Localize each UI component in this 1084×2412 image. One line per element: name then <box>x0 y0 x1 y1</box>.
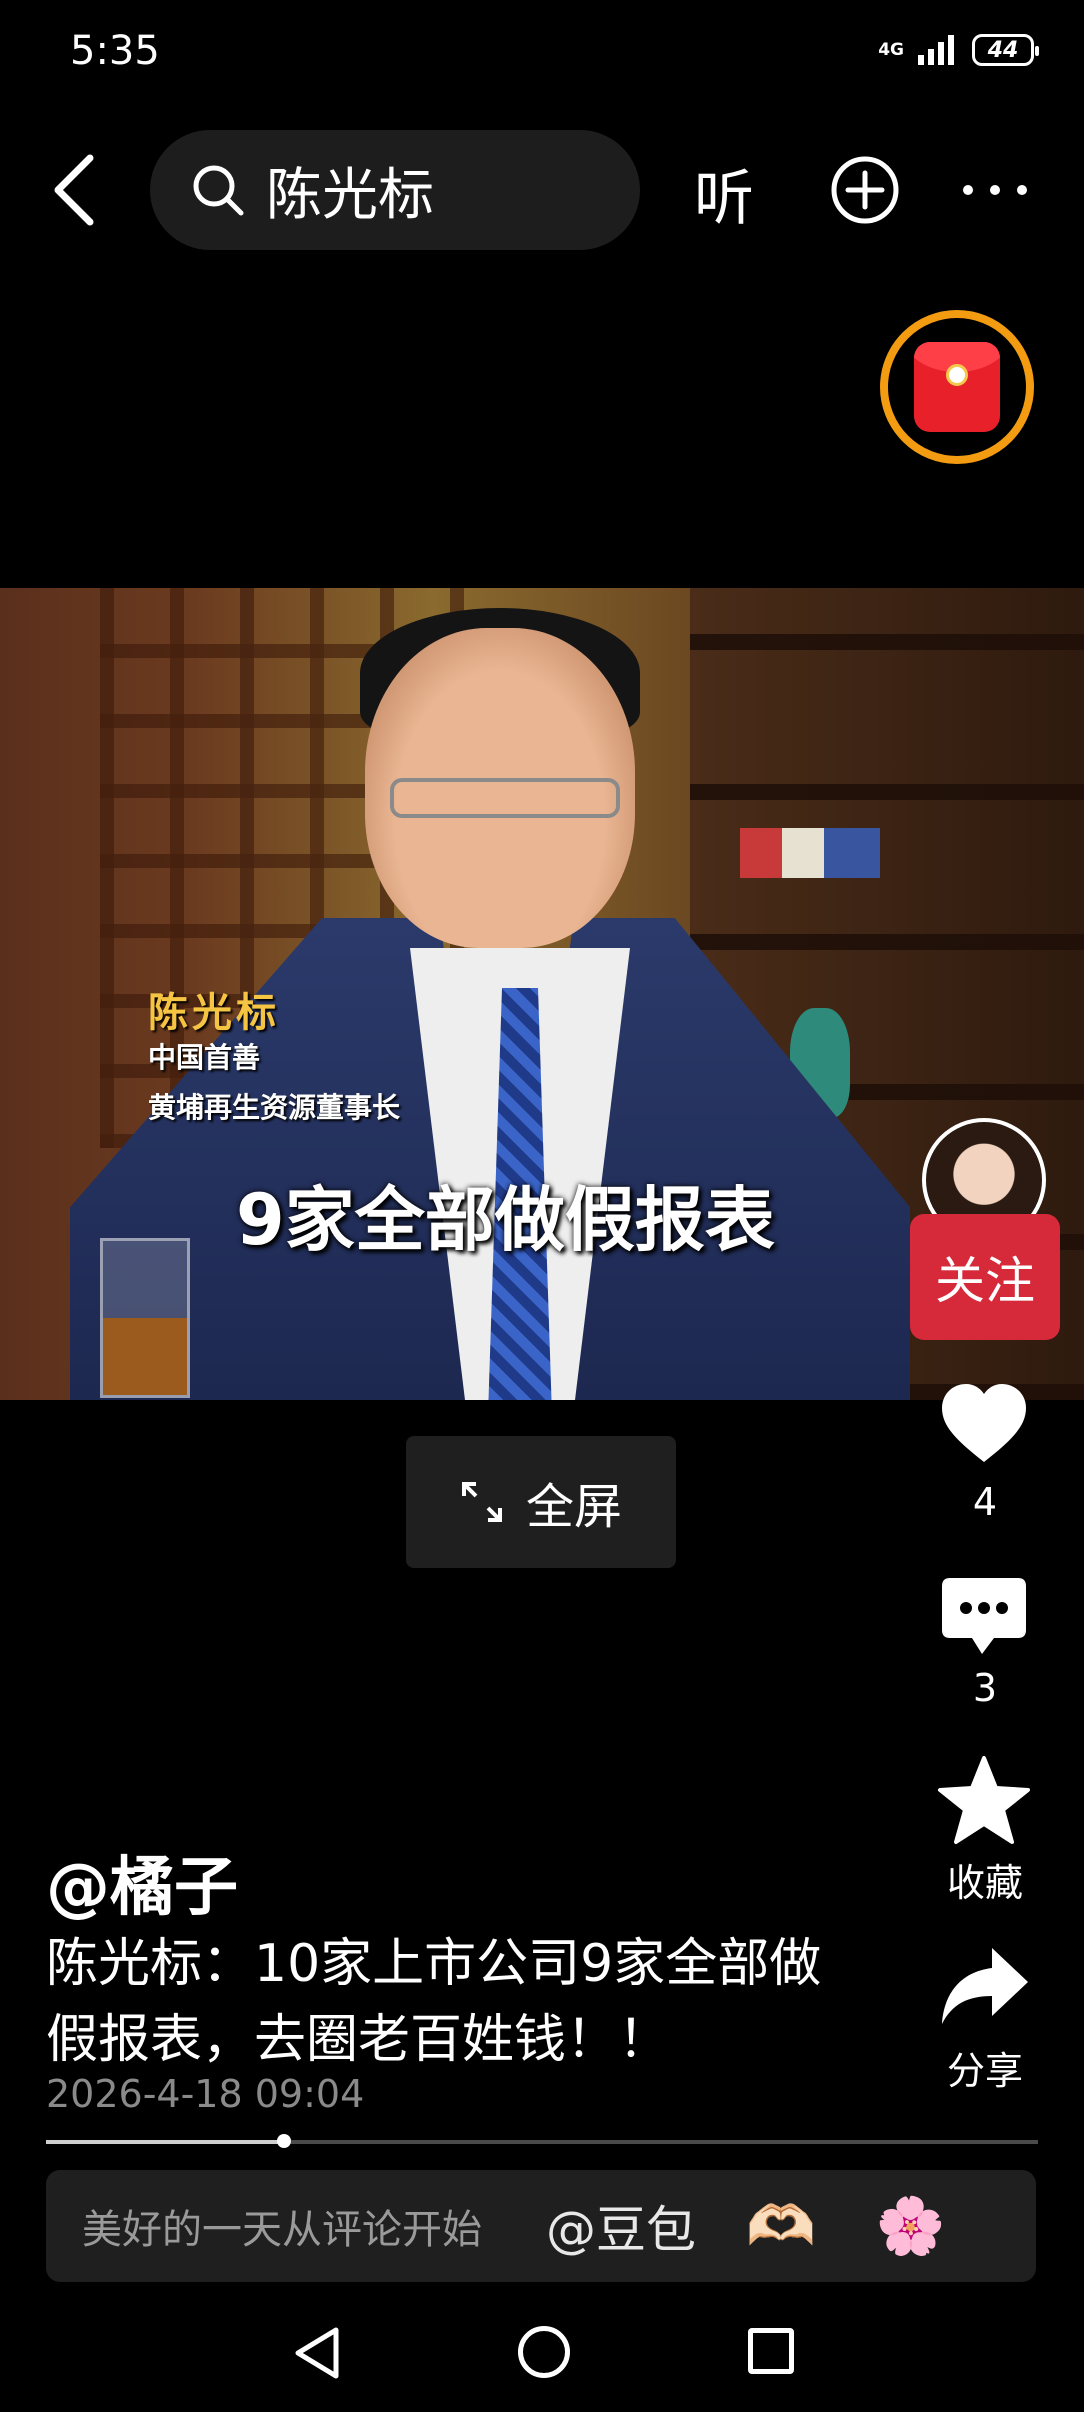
comment-input[interactable]: 美好的一天从评论开始 @豆包 🫶🏻 🌸 <box>46 2170 1036 2282</box>
like-count: 4 <box>972 1480 998 1524</box>
hands-heart-emoji-icon[interactable]: 🫶🏻 <box>746 2193 816 2259</box>
search-box[interactable]: 陈光标 <box>150 130 640 250</box>
share-icon[interactable] <box>936 1940 1032 2036</box>
signal-icon <box>918 35 954 65</box>
nav-home-icon[interactable] <box>518 2326 570 2378</box>
back-arrow-icon[interactable] <box>46 150 106 230</box>
expand-icon <box>461 1482 502 1522</box>
video-caption-title-2: 黄埔再生资源董事长 <box>148 1091 401 1124</box>
star-icon[interactable] <box>936 1752 1032 1848</box>
follow-button[interactable]: 关注 <box>910 1214 1060 1340</box>
comment-count: 3 <box>972 1666 998 1710</box>
mention-button[interactable]: @豆包 <box>546 2190 696 2262</box>
share-label: 分享 <box>946 2049 1023 2093</box>
search-icon <box>193 165 244 216</box>
video-caption-name: 陈光标 <box>148 990 280 1036</box>
post-text: 陈光标：10家上市公司9家全部做假报表，去圈老百姓钱！！ <box>46 1934 822 2070</box>
status-icons: 4G 44 <box>878 34 1039 66</box>
nav-back-icon[interactable] <box>292 2326 342 2380</box>
progress-fill <box>46 2140 285 2144</box>
network-indicator: 4G <box>878 39 904 60</box>
post-date: 2026-4-18 09:04 <box>46 2072 365 2116</box>
flower-emoji-icon[interactable]: 🌸 <box>876 2193 946 2259</box>
status-time: 5:35 <box>70 28 160 74</box>
comment-placeholder: 美好的一天从评论开始 <box>82 2207 482 2253</box>
search-query: 陈光标 <box>266 162 434 228</box>
listen-button[interactable]: 听 <box>694 150 754 237</box>
video-caption-main: 9家全部做假报表 <box>236 1179 775 1261</box>
add-circle-icon[interactable] <box>830 155 900 225</box>
fullscreen-button[interactable]: 全屏 <box>406 1436 676 1568</box>
more-icon[interactable] <box>960 182 1030 198</box>
battery-level: 44 <box>987 37 1019 63</box>
favorite-label: 收藏 <box>946 1861 1023 1905</box>
red-envelope-icon <box>914 342 1000 432</box>
video-caption-title-1: 中国首善 <box>148 1041 261 1074</box>
author-handle[interactable]: @橘子 <box>46 1836 238 1928</box>
fullscreen-label: 全屏 <box>525 1479 622 1535</box>
red-envelope-button[interactable] <box>880 310 1034 464</box>
battery-icon: 44 <box>972 34 1039 66</box>
progress-handle[interactable] <box>277 2134 292 2148</box>
nav-recents-icon[interactable] <box>748 2328 794 2374</box>
heart-icon[interactable] <box>936 1376 1032 1472</box>
comment-icon[interactable] <box>936 1570 1032 1666</box>
